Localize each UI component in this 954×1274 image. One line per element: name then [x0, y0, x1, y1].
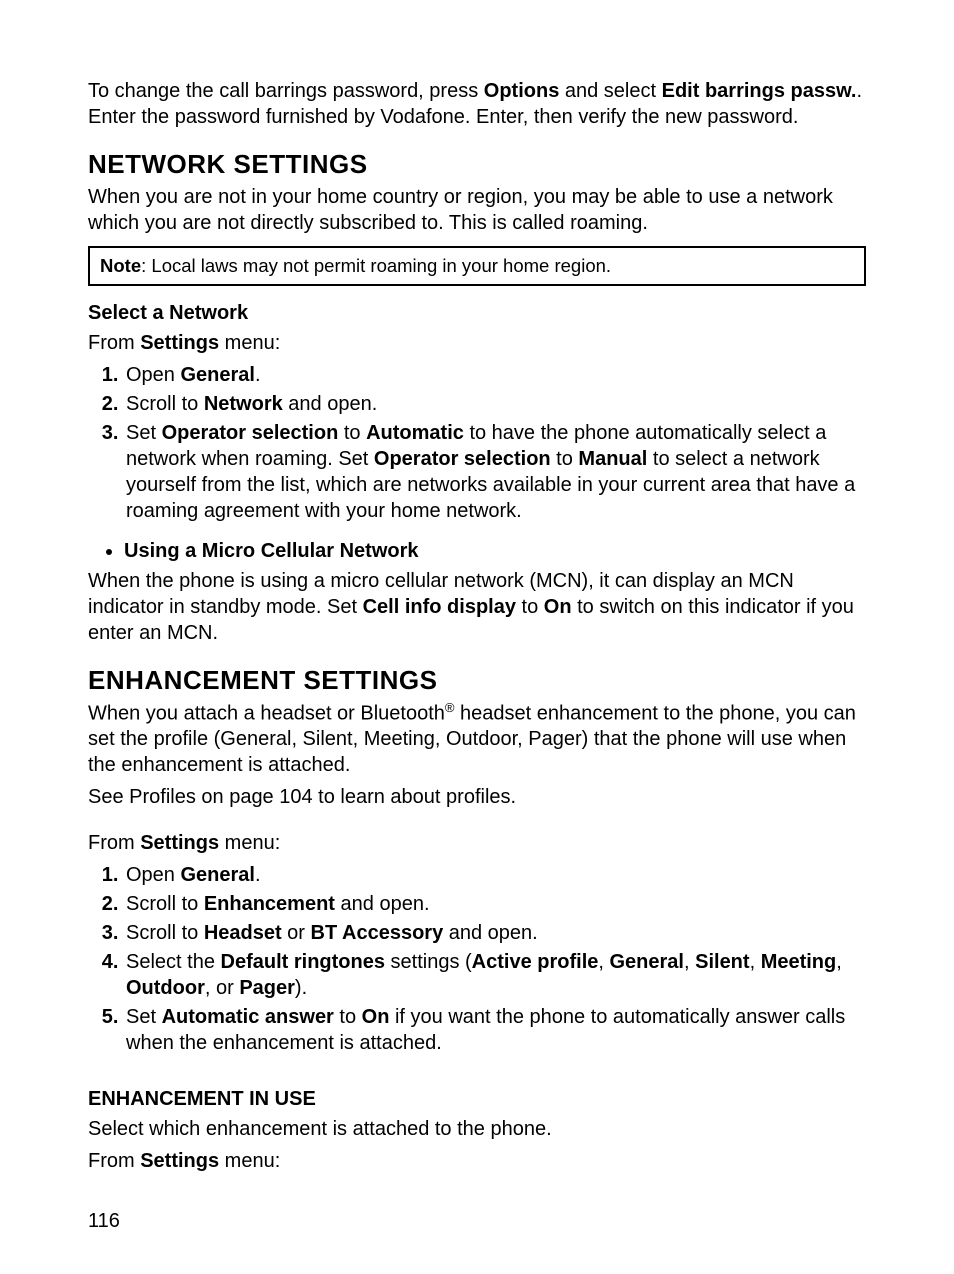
enhancement-in-use-text: Select which enhancement is attached to … [88, 1116, 866, 1142]
from-settings: From Settings menu: [88, 830, 866, 856]
list-item: Select the Default ringtones settings (A… [124, 949, 866, 1001]
list-item: Set Automatic answer to On if you want t… [124, 1004, 866, 1056]
bold: Settings [140, 832, 219, 854]
text: From [88, 332, 140, 354]
network-settings-heading: NETWORK SETTINGS [88, 148, 866, 182]
text: menu: [219, 1150, 280, 1172]
text: From [88, 1150, 140, 1172]
list-item: Open General. [124, 862, 866, 888]
note-text: : Local laws may not permit roaming in y… [141, 255, 611, 276]
text: to [516, 596, 544, 618]
list-item: Scroll to Network and open. [124, 391, 866, 417]
bold: Cell info display [363, 596, 516, 618]
select-network-heading: Select a Network [88, 300, 866, 326]
from-settings: From Settings menu: [88, 330, 866, 356]
network-steps: Open General. Scroll to Network and open… [88, 362, 866, 524]
note-box: Note: Local laws may not permit roaming … [88, 246, 866, 286]
registered-symbol: ® [445, 700, 455, 715]
bold: On [544, 596, 572, 618]
enhancement-intro: When you attach a headset or Bluetooth® … [88, 700, 866, 779]
list-item: Scroll to Headset or BT Accessory and op… [124, 920, 866, 946]
bold: Edit barrings passw. [662, 80, 857, 102]
mcn-bullet-list: Using a Micro Cellular Network [88, 538, 866, 564]
from-settings: From Settings menu: [88, 1148, 866, 1174]
mcn-bullet: Using a Micro Cellular Network [124, 538, 866, 564]
text: menu: [219, 332, 280, 354]
list-item: Set Operator selection to Automatic to h… [124, 420, 866, 524]
note-label: Note [100, 255, 141, 276]
enhancement-in-use-heading: ENHANCEMENT IN USE [88, 1086, 866, 1112]
mcn-paragraph: When the phone is using a micro cellular… [88, 568, 866, 646]
see-profiles: See Profiles on page 104 to learn about … [88, 784, 866, 810]
network-intro: When you are not in your home country or… [88, 184, 866, 236]
text: When you attach a headset or Bluetooth [88, 702, 445, 724]
bold: Settings [140, 332, 219, 354]
text: From [88, 832, 140, 854]
bold: Options [484, 80, 560, 102]
list-item: Open General. [124, 362, 866, 388]
text: and select [559, 80, 661, 102]
list-item: Scroll to Enhancement and open. [124, 891, 866, 917]
bold: Settings [140, 1150, 219, 1172]
text: menu: [219, 832, 280, 854]
enhancement-settings-heading: ENHANCEMENT SETTINGS [88, 664, 866, 698]
enhancement-steps: Open General. Scroll to Enhancement and … [88, 862, 866, 1056]
intro-paragraph: To change the call barrings password, pr… [88, 78, 866, 130]
text: To change the call barrings password, pr… [88, 80, 484, 102]
page-number: 116 [88, 1208, 866, 1234]
